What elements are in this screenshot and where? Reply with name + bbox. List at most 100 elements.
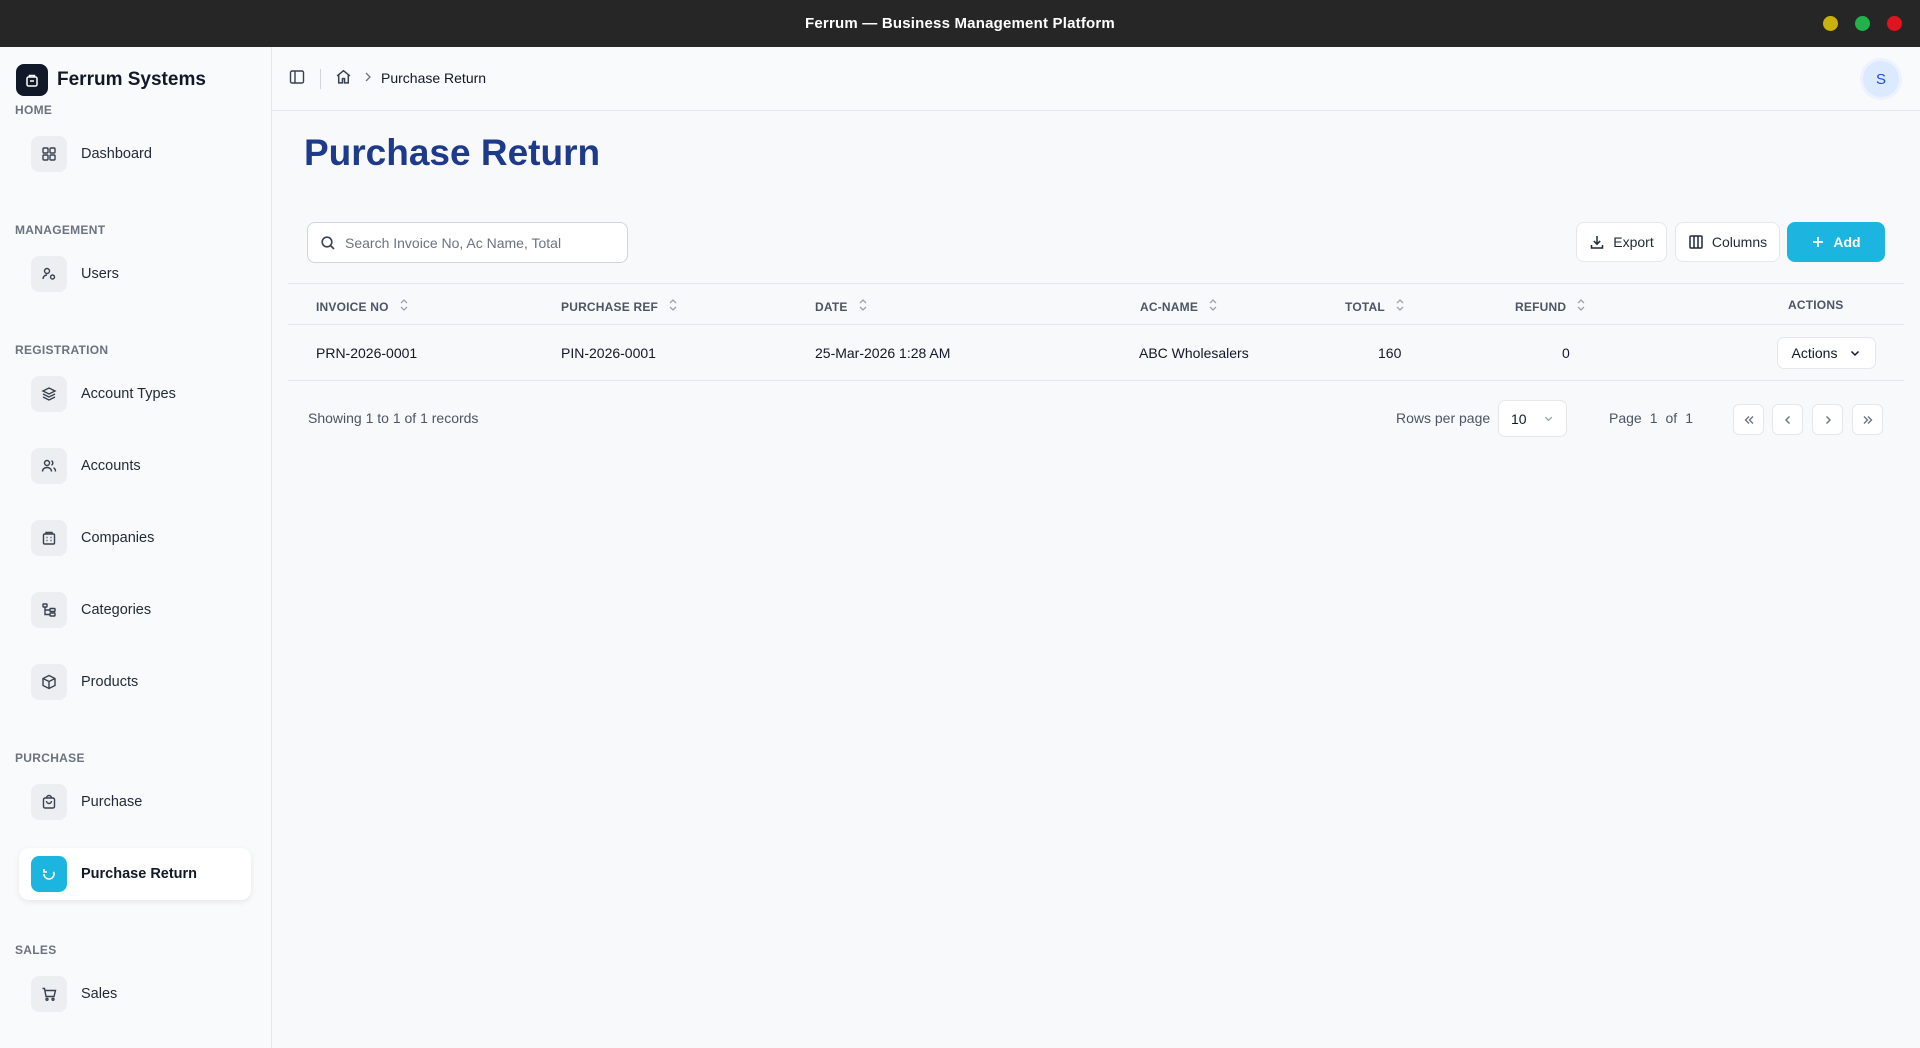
sidebar-item-products[interactable]: Products [19, 656, 251, 708]
rows-per-page-label: Rows per page [1396, 410, 1491, 426]
cell-invoice-no: PRN-2026-0001 [316, 345, 418, 361]
chevron-down-icon [1543, 413, 1554, 424]
columns-button[interactable]: Columns [1675, 222, 1780, 262]
sidebar: Ferrum Systems HOME Dashboard MANAGEMENT… [0, 47, 272, 1048]
row-actions-button[interactable]: Actions [1777, 337, 1876, 369]
window-controls [1823, 16, 1902, 31]
column-header-label: INVOICE NO [316, 299, 389, 314]
column-header-ac-name[interactable]: AC-NAME [1140, 298, 1218, 315]
column-header-label: AC-NAME [1140, 299, 1199, 314]
chevron-right-icon [1822, 414, 1834, 426]
column-header-label: ACTIONS [1788, 298, 1844, 312]
cell-date: 25-Mar-2026 1:28 AM [815, 345, 951, 361]
columns-icon [1688, 234, 1704, 250]
bag-icon [31, 784, 67, 820]
nav-section-purchase: PURCHASE [15, 751, 85, 765]
sidebar-item-purchase-return[interactable]: Purchase Return [19, 848, 251, 900]
current-page: 1 [1649, 410, 1658, 426]
dashboard-icon [31, 136, 67, 172]
column-header-total[interactable]: TOTAL [1345, 298, 1405, 315]
sidebar-item-users[interactable]: Users [19, 248, 251, 300]
sidebar-item-label: Users [81, 266, 119, 282]
top-bar: Purchase Return S [272, 47, 1920, 111]
chevron-down-icon [1849, 347, 1861, 359]
sort-icon [1576, 298, 1586, 315]
search-input[interactable] [345, 234, 615, 251]
sidebar-item-label: Accounts [81, 458, 141, 474]
minimize-button[interactable] [1823, 16, 1838, 31]
chevrons-right-icon [1862, 414, 1874, 426]
sort-icon [1208, 298, 1218, 315]
brand-logo-icon [16, 64, 48, 96]
sidebar-item-label: Purchase [81, 794, 143, 810]
sidebar-item-categories[interactable]: Categories [19, 584, 251, 636]
add-button[interactable]: Add [1787, 222, 1885, 262]
column-header-purchase-ref[interactable]: PURCHASE REF [561, 298, 678, 315]
sidebar-item-companies[interactable]: Companies [19, 512, 251, 564]
close-button[interactable] [1887, 16, 1902, 31]
user-avatar[interactable]: S [1863, 61, 1899, 97]
toolbar-divider [320, 69, 321, 89]
rows-per-page-select[interactable]: 10 [1498, 400, 1567, 437]
sidebar-toggle-icon[interactable] [289, 69, 305, 90]
row-actions-label: Actions [1791, 345, 1838, 361]
sidebar-item-label: Companies [81, 530, 155, 546]
chevron-left-icon [1782, 414, 1794, 426]
add-label: Add [1833, 234, 1861, 250]
sidebar-item-label: Account Types [81, 386, 176, 402]
home-icon[interactable] [335, 68, 352, 90]
sidebar-item-label: Sales [81, 986, 118, 1002]
first-page-button[interactable] [1733, 404, 1764, 435]
column-header-date[interactable]: DATE [815, 298, 868, 315]
column-header-label: REFUND [1515, 299, 1567, 314]
sort-icon [668, 298, 678, 315]
export-button[interactable]: Export [1576, 222, 1667, 262]
sidebar-item-purchase[interactable]: Purchase [19, 776, 251, 828]
sidebar-item-label: Products [81, 674, 139, 690]
sidebar-item-accounts[interactable]: Accounts [19, 440, 251, 492]
previous-page-button[interactable] [1772, 404, 1803, 435]
total-pages: 1 [1685, 410, 1693, 426]
column-header-invoice-no[interactable]: INVOICE NO [316, 298, 409, 315]
window-title: Ferrum — Business Management Platform [805, 15, 1115, 32]
refresh-icon [31, 856, 67, 892]
search-icon [320, 235, 336, 251]
cell-refund: 0 [1562, 345, 1570, 361]
brand[interactable]: Ferrum Systems [16, 64, 206, 96]
chevron-right-icon [362, 70, 374, 89]
page-title: Purchase Return [304, 132, 601, 173]
next-page-button[interactable] [1812, 404, 1843, 435]
sort-icon [1395, 298, 1405, 315]
column-header-refund[interactable]: REFUND [1515, 298, 1586, 315]
sidebar-item-dashboard[interactable]: Dashboard [19, 128, 251, 180]
people-icon [31, 448, 67, 484]
cell-ac-name: ABC Wholesalers [1139, 345, 1249, 361]
breadcrumb-current: Purchase Return [381, 70, 487, 86]
column-header-label: PURCHASE REF [561, 299, 659, 314]
cell-purchase-ref: PIN-2026-0001 [561, 345, 656, 361]
nav-section-management: MANAGEMENT [15, 223, 106, 237]
sort-icon [858, 298, 868, 315]
tree-icon [31, 592, 67, 628]
download-icon [1589, 234, 1605, 250]
column-header-label: TOTAL [1345, 299, 1385, 314]
building-icon [31, 520, 67, 556]
page-indicator: Page 1 of 1 [1609, 410, 1693, 426]
sidebar-item-label: Dashboard [81, 146, 152, 162]
last-page-button[interactable] [1852, 404, 1883, 435]
search-field[interactable] [307, 222, 628, 263]
rows-per-page-value: 10 [1511, 410, 1527, 427]
sidebar-item-sales[interactable]: Sales [19, 968, 251, 1020]
users-icon [31, 256, 67, 292]
purchase-return-table: INVOICE NO PURCHASE REF DATE AC-NAME TOT… [288, 283, 1904, 381]
of-label: of [1665, 410, 1678, 426]
cart-icon [31, 976, 67, 1012]
column-header-label: DATE [815, 299, 848, 314]
table-row[interactable]: PRN-2026-0001 PIN-2026-0001 25-Mar-2026 … [288, 325, 1904, 381]
sidebar-item-account-types[interactable]: Account Types [19, 368, 251, 420]
maximize-button[interactable] [1855, 16, 1870, 31]
columns-label: Columns [1711, 234, 1768, 250]
sidebar-item-label: Purchase Return [81, 866, 198, 882]
records-info: Showing 1 to 1 of 1 records [308, 410, 479, 426]
nav-section-sales: SALES [15, 943, 57, 957]
